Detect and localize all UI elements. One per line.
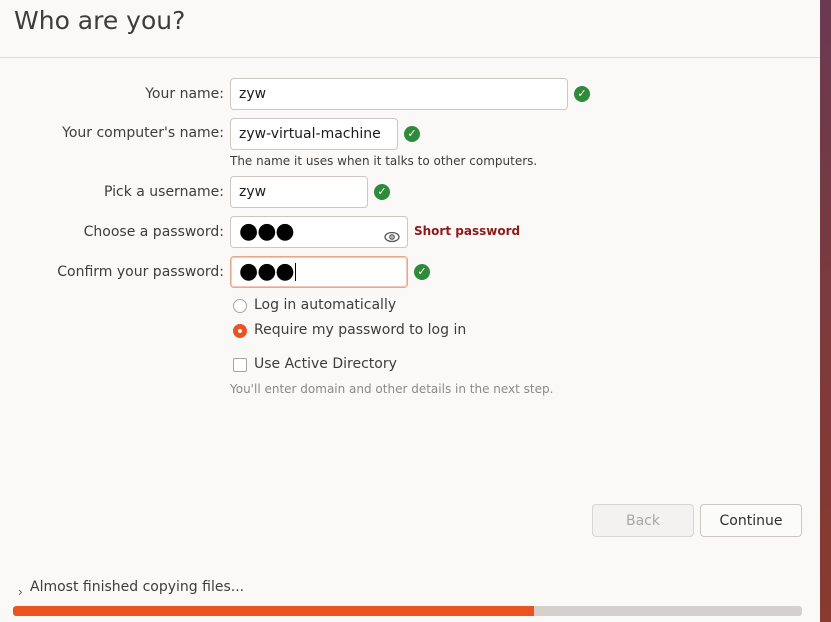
desktop-background-edge bbox=[820, 0, 831, 622]
text-caret bbox=[294, 263, 296, 281]
password-strength-warning: Short password bbox=[414, 224, 521, 238]
confirm-password-masked-value: ●●● bbox=[239, 259, 295, 284]
active-directory-label: Use Active Directory bbox=[254, 356, 397, 372]
progress-bar-fill bbox=[13, 606, 534, 616]
username-input-value: zyw bbox=[239, 184, 267, 200]
name-input-value: zyw bbox=[239, 86, 267, 102]
eye-icon[interactable] bbox=[384, 225, 400, 255]
username-label: Pick a username: bbox=[103, 184, 224, 200]
username-input[interactable]: zyw bbox=[230, 176, 368, 208]
check-circle-icon: ✓ bbox=[574, 86, 590, 102]
password-input[interactable]: ●●● bbox=[230, 216, 408, 248]
password-masked-value: ●●● bbox=[239, 219, 295, 244]
active-directory-checkbox[interactable] bbox=[233, 358, 247, 372]
password-label: Choose a password: bbox=[83, 224, 224, 240]
name-input[interactable]: zyw bbox=[230, 78, 568, 110]
radio-button-selected[interactable] bbox=[233, 324, 247, 338]
computer-name-hint: The name it uses when it talks to other … bbox=[230, 154, 538, 168]
login-automatically-label: Log in automatically bbox=[254, 297, 397, 313]
radio-button-unselected[interactable] bbox=[233, 299, 247, 313]
progress-bar bbox=[13, 606, 802, 616]
check-circle-icon: ✓ bbox=[374, 184, 390, 200]
back-button[interactable]: Back bbox=[592, 504, 694, 537]
computer-name-input[interactable]: zyw-virtual-machine bbox=[230, 118, 398, 150]
page-title: Who are you? bbox=[14, 6, 186, 35]
computer-name-label: Your computer's name: bbox=[62, 125, 224, 141]
confirm-password-input[interactable]: ●●● bbox=[230, 256, 408, 288]
confirm-password-label: Confirm your password: bbox=[57, 264, 224, 280]
continue-button[interactable]: Continue bbox=[700, 504, 802, 537]
check-circle-icon: ✓ bbox=[414, 264, 430, 280]
progress-label: Almost finished copying files... bbox=[30, 579, 245, 595]
check-circle-icon: ✓ bbox=[404, 126, 420, 142]
chevron-right-icon: › bbox=[18, 585, 23, 599]
page-header: Who are you? bbox=[0, 0, 820, 58]
name-label: Your name: bbox=[145, 86, 224, 102]
active-directory-hint: You'll enter domain and other details in… bbox=[230, 382, 554, 396]
computer-name-input-value: zyw-virtual-machine bbox=[239, 126, 381, 142]
require-password-label: Require my password to log in bbox=[254, 322, 467, 338]
